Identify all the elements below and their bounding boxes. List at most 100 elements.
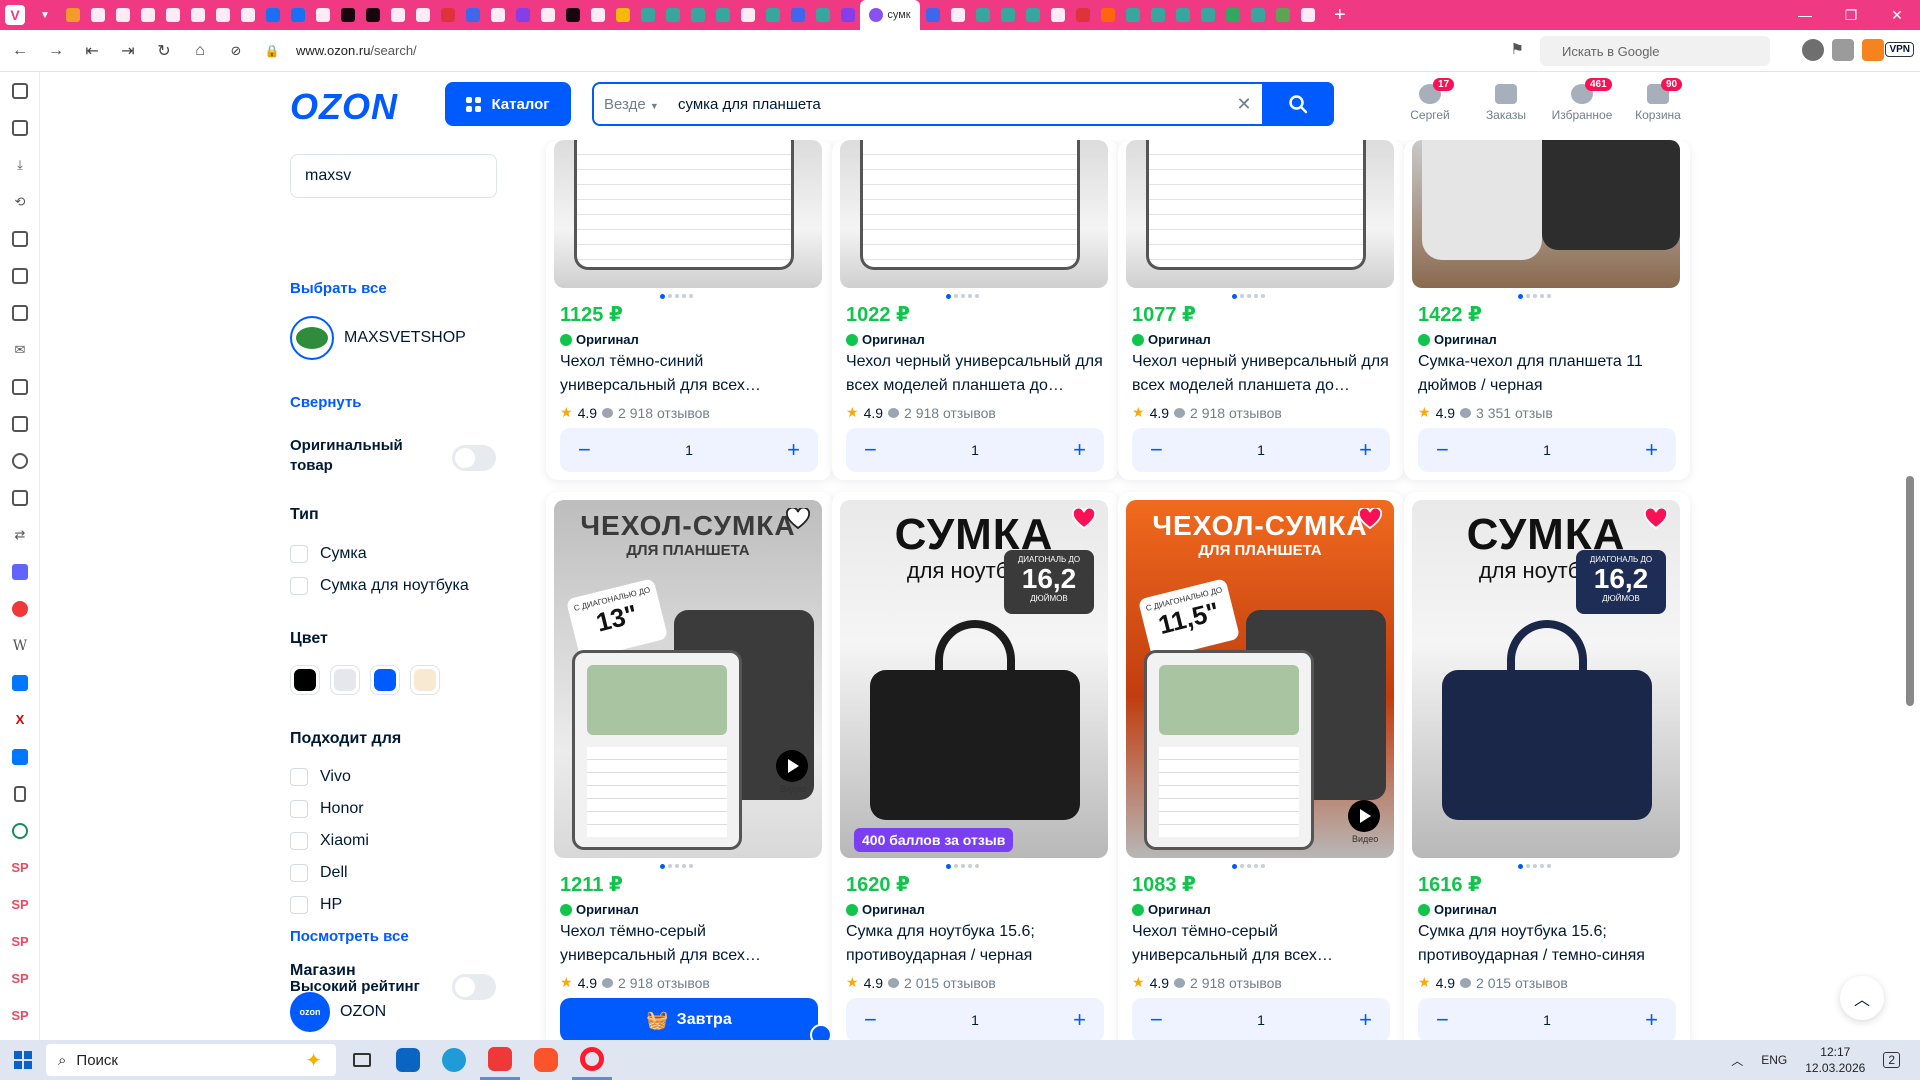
show-all-link[interactable]: Посмотреть все xyxy=(290,928,409,945)
vivaldi-taskbar-icon[interactable] xyxy=(480,1040,520,1080)
product-card[interactable]: ЧЕХОЛ-СУМКА ДЛЯ ПЛАНШЕТА С ДИАГОНАЛЬЮ ДО 13… xyxy=(546,492,832,1040)
tab-favicon-icon[interactable] xyxy=(85,0,110,30)
tab-favicon-icon[interactable] xyxy=(485,0,510,30)
collapse-link[interactable]: Свернуть xyxy=(290,394,362,411)
product-image[interactable]: СУМКА для ноутбука ДИАГОНАЛЬ ДО 16,2 ДЮЙМОВ 4… xyxy=(840,500,1108,858)
buy-tomorrow-button[interactable]: 🧺 Завтра xyxy=(560,998,818,1040)
product-title[interactable]: Чехол тёмно-серый универсальный для всех… xyxy=(560,920,820,968)
fits-checkbox-dell[interactable]: Dell xyxy=(290,864,348,882)
page-scrollbar[interactable] xyxy=(1906,76,1916,1036)
plus-button[interactable]: + xyxy=(1645,437,1658,463)
image-pager-dots[interactable] xyxy=(660,294,693,299)
reload-icon[interactable]: ↻ xyxy=(148,35,180,67)
product-image[interactable] xyxy=(1412,140,1680,288)
product-rating[interactable]: ★ 4.9 2 015 отзывов xyxy=(1418,974,1568,991)
panel-calendar-icon[interactable] xyxy=(0,368,40,405)
favorite-heart-filled-icon[interactable] xyxy=(1358,506,1382,530)
tab-favicon-icon[interactable] xyxy=(60,0,85,30)
panel-sp-icon[interactable]: SP xyxy=(0,923,40,960)
header-orders[interactable]: Заказы xyxy=(1471,84,1541,122)
image-pager-dots[interactable] xyxy=(946,864,979,869)
type-checkbox-laptop-bag[interactable]: Сумка для ноутбука xyxy=(290,577,469,595)
tab-favicon-icon[interactable] xyxy=(135,0,160,30)
shield-extension-icon[interactable] xyxy=(1832,39,1854,61)
catalog-button[interactable]: Каталог xyxy=(445,82,571,126)
tab-favicon-icon[interactable] xyxy=(785,0,810,30)
image-pager-dots[interactable] xyxy=(1518,864,1551,869)
tab-favicon-icon[interactable] xyxy=(660,0,685,30)
product-image[interactable]: ЧЕХОЛ-СУМКА ДЛЯ ПЛАНШЕТА С ДИАГОНАЛЬЮ ДО 11… xyxy=(1126,500,1394,858)
image-pager-dots[interactable] xyxy=(660,864,693,869)
minus-button[interactable]: − xyxy=(1150,1007,1163,1033)
panel-vk-icon[interactable] xyxy=(0,664,40,701)
color-swatch-beige[interactable] xyxy=(410,665,440,695)
tab-favicon-icon[interactable] xyxy=(285,0,310,30)
tab-favicon-icon[interactable] xyxy=(210,0,235,30)
forward-icon[interactable]: → xyxy=(40,35,72,67)
product-image[interactable] xyxy=(1126,140,1394,288)
panel-bookmarks-icon[interactable] xyxy=(0,72,40,109)
panel-vk2-icon[interactable] xyxy=(0,738,40,775)
product-card[interactable]: 1022 ₽ Оригинал Чехол черный универсальный… xyxy=(832,140,1118,480)
panel-sp-icon[interactable]: SP xyxy=(0,997,40,1034)
product-title[interactable]: Сумка для ноутбука 15.6; противоударная … xyxy=(846,920,1106,968)
tab-favicon-icon[interactable] xyxy=(710,0,735,30)
tab-favicon-icon[interactable] xyxy=(585,0,610,30)
tab-favicon-icon[interactable] xyxy=(685,0,710,30)
tab-favicon-icon[interactable] xyxy=(185,0,210,30)
tab-dropdown-icon[interactable]: ▼ xyxy=(30,0,60,30)
metamask-icon[interactable] xyxy=(1862,39,1884,61)
home-icon[interactable]: ⌂ xyxy=(184,35,216,67)
header-profile[interactable]: 17 Сергей xyxy=(1395,78,1465,122)
product-card[interactable]: 1125 ₽ Оригинал Чехол тёмно-синий универса… xyxy=(546,140,832,480)
tab-favicon-icon[interactable] xyxy=(410,0,435,30)
panel-sp-icon[interactable]: SP xyxy=(0,960,40,997)
product-image[interactable] xyxy=(840,140,1108,288)
tab-favicon-icon[interactable] xyxy=(260,0,285,30)
product-image[interactable]: ЧЕХОЛ-СУМКА ДЛЯ ПЛАНШЕТА С ДИАГОНАЛЬЮ ДО 13… xyxy=(554,500,822,858)
product-rating[interactable]: ★ 4.9 2 918 отзывов xyxy=(560,974,710,991)
tab-favicon-icon[interactable] xyxy=(1095,0,1120,30)
color-swatch-blue[interactable] xyxy=(370,665,400,695)
minus-button[interactable]: − xyxy=(1436,437,1449,463)
product-rating[interactable]: ★ 4.9 2 918 отзывов xyxy=(560,404,710,421)
ozon-logo[interactable]: OZON xyxy=(290,86,398,128)
product-rating[interactable]: ★ 4.9 2 918 отзывов xyxy=(846,404,996,421)
tab-favicon-icon[interactable] xyxy=(510,0,535,30)
edge-icon[interactable] xyxy=(434,1040,474,1080)
minus-button[interactable]: − xyxy=(1150,437,1163,463)
image-pager-dots[interactable] xyxy=(1232,294,1265,299)
plus-button[interactable]: + xyxy=(1359,437,1372,463)
shop-ozon[interactable]: ozon OZON xyxy=(290,992,386,1032)
tab-favicon-icon[interactable] xyxy=(1120,0,1145,30)
tab-favicon-icon[interactable] xyxy=(535,0,560,30)
tray-chevron-icon[interactable]: ︿ xyxy=(1731,1052,1743,1069)
color-swatch-black[interactable] xyxy=(290,665,320,695)
new-tab-icon[interactable]: + xyxy=(1334,4,1346,27)
panel-contacts-icon[interactable] xyxy=(0,479,40,516)
rewind-icon[interactable]: ⇤ xyxy=(76,35,108,67)
tab-favicon-icon[interactable] xyxy=(335,0,360,30)
minus-button[interactable]: − xyxy=(864,437,877,463)
favorite-heart-icon[interactable] xyxy=(786,506,810,530)
minimize-icon[interactable]: — xyxy=(1782,7,1828,23)
minus-button[interactable]: − xyxy=(864,1007,877,1033)
panel-mail-icon[interactable]: ✉ xyxy=(0,331,40,368)
vpn-button[interactable]: VPN xyxy=(1885,42,1914,57)
plus-button[interactable]: + xyxy=(1359,1007,1372,1033)
task-view-icon[interactable] xyxy=(342,1040,382,1080)
outlook-icon[interactable] xyxy=(388,1040,428,1080)
panel-downloads-icon[interactable]: ⤓ xyxy=(0,146,40,183)
plus-button[interactable]: + xyxy=(1645,1007,1658,1033)
plus-button[interactable]: + xyxy=(787,437,800,463)
minus-button[interactable]: − xyxy=(1436,1007,1449,1033)
tab-favicon-icon[interactable] xyxy=(1170,0,1195,30)
scroll-top-button[interactable]: ︿ xyxy=(1840,976,1884,1020)
tab-favicon-icon[interactable] xyxy=(1020,0,1045,30)
minus-button[interactable]: − xyxy=(578,437,591,463)
url-field[interactable]: www.ozon.ru/search/ xyxy=(296,43,417,58)
panel-wikipedia-icon[interactable]: W xyxy=(0,627,40,664)
favorite-heart-filled-icon[interactable] xyxy=(1072,506,1096,530)
tab-favicon-icon[interactable] xyxy=(735,0,760,30)
fits-checkbox-hp[interactable]: HP xyxy=(290,896,342,914)
